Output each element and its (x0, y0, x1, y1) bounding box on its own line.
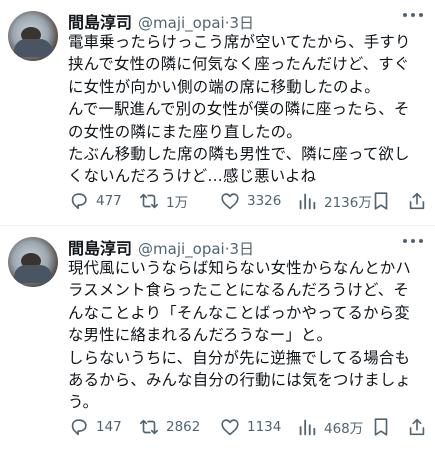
views-count: 2136万 (324, 195, 372, 211)
share-icon (409, 418, 425, 436)
user-handle[interactable]: @maji_opai·3日 (138, 240, 254, 258)
display-name[interactable]: 間島淳司 (68, 13, 132, 32)
views-icon (299, 419, 316, 436)
bookmark-button[interactable] (370, 415, 392, 439)
like-count: 1134 (247, 419, 282, 435)
tweet-text-line: んで一駅進んで別の女性が僕の隣に座ったら、そ (68, 100, 410, 119)
timestamp[interactable]: 3日 (230, 240, 255, 258)
tweet-text-line: 現代風にいうならば知らない女性からなんとかハ (68, 259, 411, 277)
tweet[interactable]: 間島淳司 @maji_opai·3日 電車乗ったらけっこう席が空いてたから、手すり… (0, 0, 435, 226)
retweet-count: 1万 (166, 195, 189, 211)
display-name[interactable]: 間島淳司 (68, 239, 132, 258)
reply-button[interactable]: 477 (68, 189, 122, 213)
tweet-header: 間島淳司 @maji_opai·3日 (68, 235, 428, 258)
retweet-count: 2862 (166, 419, 201, 435)
share-button[interactable] (406, 415, 428, 439)
user-handle[interactable]: @maji_opai·3日 (138, 14, 254, 32)
action-bar: 147 2862 1134 468万 (68, 415, 428, 439)
avatar[interactable] (8, 237, 58, 287)
reply-button[interactable]: 147 (68, 415, 122, 439)
views-count: 468万 (324, 421, 364, 437)
heart-icon (221, 193, 239, 210)
bookmark-button[interactable] (370, 189, 392, 213)
like-button[interactable]: 1134 (219, 415, 281, 439)
tweet-header: 間島淳司 @maji_opai·3日 (68, 9, 428, 32)
timestamp[interactable]: 3日 (230, 14, 255, 32)
tweet-text-line: んなことより「そんなことばっかやってるから変 (68, 303, 410, 322)
retweet-button[interactable]: 1万 (138, 189, 188, 213)
more-icon[interactable] (401, 230, 425, 250)
bookmark-icon (374, 418, 388, 436)
reply-count: 477 (96, 193, 122, 209)
retweet-icon (139, 193, 159, 209)
reply-icon (71, 193, 87, 210)
tweet-text-line: の女性の隣にまた座り直したの。 (68, 122, 302, 141)
tweet-text-line: しらないうちに、自分が先に逆撫でしてる場合も (68, 348, 411, 367)
retweet-icon (139, 419, 159, 435)
tweet[interactable]: 間島淳司 @maji_opai·3日 現代風にいうならば知らない女性からなんとかハ… (0, 226, 435, 450)
tweet-text-line: う。 (68, 393, 99, 412)
action-bar: 477 1万 3326 2136万 (68, 189, 428, 213)
tweet-text-line: 電車乗ったらけっこう席が空いてたから、手すり (68, 33, 411, 51)
tweet-text-line: くないんだろうけど…感じ悪いよね (68, 167, 317, 186)
tweet-text-line: に女性が向かい側の端の席に移動したのよ。 (68, 77, 380, 96)
share-icon (409, 192, 425, 210)
avatar[interactable] (8, 11, 58, 61)
tweet-text: 現代風にいうならば知らない女性からなんとかハ ラスメント食らったことになるんだろ… (68, 257, 428, 414)
tweet-text: 電車乗ったらけっこう席が空いてたから、手すり 挟んで女性の隣に何気なく座ったんだ… (68, 31, 428, 188)
views-button[interactable]: 2136万 (296, 189, 372, 213)
tweet-text-line: あるから、みんな自分の行動には気をつけましょ (68, 371, 411, 390)
tweet-text-line: ラスメント食らったことになるんだろうけど、そ (68, 281, 409, 300)
tweet-text-line: 挟んで女性の隣に何気なく座ったんだけど、すぐ (68, 55, 410, 74)
more-icon[interactable] (401, 4, 425, 24)
reply-icon (71, 419, 87, 436)
heart-icon (221, 419, 239, 436)
views-icon (299, 193, 316, 210)
bookmark-icon (374, 192, 388, 210)
retweet-button[interactable]: 2862 (138, 415, 200, 439)
tweet-text-line: たぶん移動した席の隣も男性で、隣に座って欲し (68, 145, 410, 164)
views-button[interactable]: 468万 (296, 415, 363, 439)
like-button[interactable]: 3326 (219, 189, 281, 213)
tweet-text-line: な男性に絡まれるんだろうなー」と。 (68, 326, 333, 345)
like-count: 3326 (247, 193, 282, 209)
reply-count: 147 (96, 419, 122, 435)
share-button[interactable] (406, 189, 428, 213)
